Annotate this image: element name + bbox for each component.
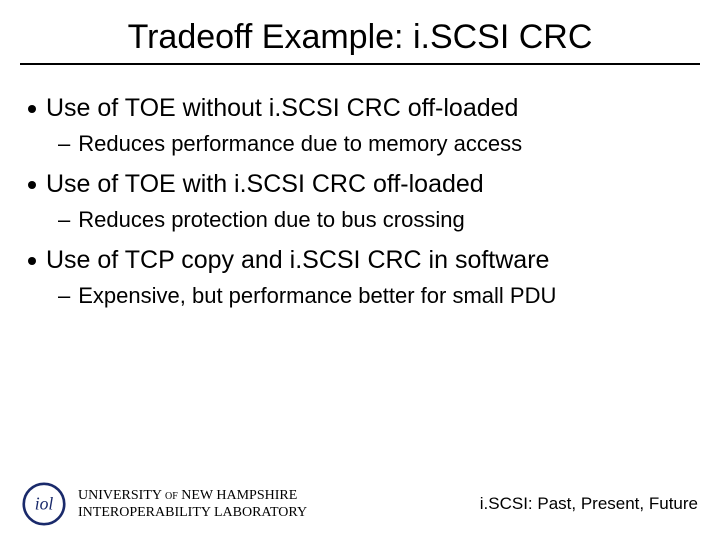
iol-logo-icon: iol xyxy=(22,482,66,526)
org-line-2: INTEROPERABILITY LABORATORY xyxy=(78,504,307,522)
footer-tagline: i.SCSI: Past, Present, Future xyxy=(480,494,698,514)
sub-bullet-item: – Reduces protection due to bus crossing xyxy=(58,206,692,235)
svg-text:iol: iol xyxy=(35,494,54,514)
footer-left: iol UNIVERSITY of NEW HAMPSHIRE INTEROPE… xyxy=(22,482,307,526)
org-line-1: UNIVERSITY of NEW HAMPSHIRE xyxy=(78,487,307,505)
title-underline xyxy=(20,63,700,65)
dash-icon: – xyxy=(58,282,70,311)
bullet-dot-icon xyxy=(28,105,36,113)
bullet-text: Use of TCP copy and i.SCSI CRC in softwa… xyxy=(46,245,549,276)
bullet-text: Use of TOE with i.SCSI CRC off-loaded xyxy=(46,169,484,200)
slide-footer: iol UNIVERSITY of NEW HAMPSHIRE INTEROPE… xyxy=(0,482,720,526)
bullet-text: Use of TOE without i.SCSI CRC off-loaded xyxy=(46,93,518,124)
bullet-dot-icon xyxy=(28,181,36,189)
sub-bullet-item: – Reduces performance due to memory acce… xyxy=(58,130,692,159)
sub-bullet-item: – Expensive, but performance better for … xyxy=(58,282,692,311)
sub-bullet-text: Reduces protection due to bus crossing xyxy=(78,206,464,235)
bullet-item: Use of TOE without i.SCSI CRC off-loaded xyxy=(28,93,692,124)
org-name: UNIVERSITY of NEW HAMPSHIRE INTEROPERABI… xyxy=(78,487,307,522)
dash-icon: – xyxy=(58,206,70,235)
slide: Tradeoff Example: i.SCSI CRC Use of TOE … xyxy=(0,0,720,540)
slide-title: Tradeoff Example: i.SCSI CRC xyxy=(0,0,720,63)
dash-icon: – xyxy=(58,130,70,159)
sub-bullet-text: Reduces performance due to memory access xyxy=(78,130,522,159)
bullet-item: Use of TCP copy and i.SCSI CRC in softwa… xyxy=(28,245,692,276)
sub-bullet-text: Expensive, but performance better for sm… xyxy=(78,282,556,311)
bullet-dot-icon xyxy=(28,257,36,265)
bullet-item: Use of TOE with i.SCSI CRC off-loaded xyxy=(28,169,692,200)
slide-content: Use of TOE without i.SCSI CRC off-loaded… xyxy=(0,75,720,311)
